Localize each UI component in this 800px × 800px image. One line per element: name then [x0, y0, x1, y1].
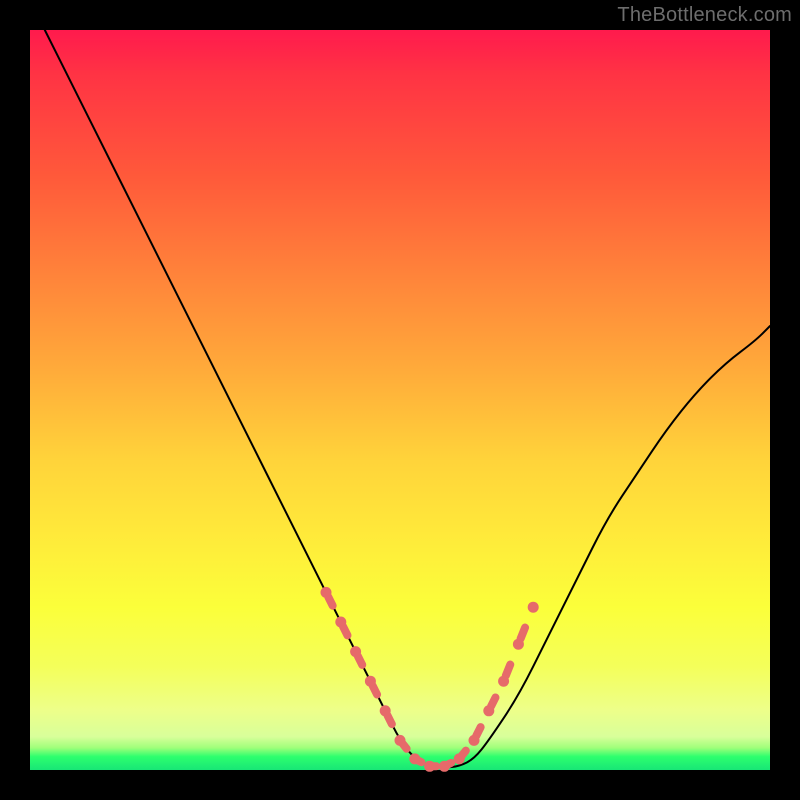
chart-frame: TheBottleneck.com — [0, 0, 800, 800]
highlight-dash — [387, 715, 391, 724]
highlight-dash — [328, 597, 332, 606]
chart-svg — [30, 30, 770, 770]
highlight-dash — [417, 760, 421, 762]
highlight-dash — [491, 697, 495, 706]
highlight-dash — [521, 628, 525, 639]
highlight-dash — [373, 686, 377, 695]
highlight-dash — [476, 727, 480, 736]
highlight-dash — [343, 626, 347, 635]
highlight-dash — [447, 763, 451, 765]
highlight-dot — [528, 602, 539, 613]
watermark-text: TheBottleneck.com — [617, 4, 792, 27]
highlight-dash — [402, 743, 406, 749]
highlight-dash — [358, 656, 362, 665]
bottleneck-curve-line — [45, 30, 770, 767]
highlight-dots — [321, 587, 539, 772]
highlight-dash — [461, 751, 465, 757]
highlight-dash — [506, 665, 510, 676]
